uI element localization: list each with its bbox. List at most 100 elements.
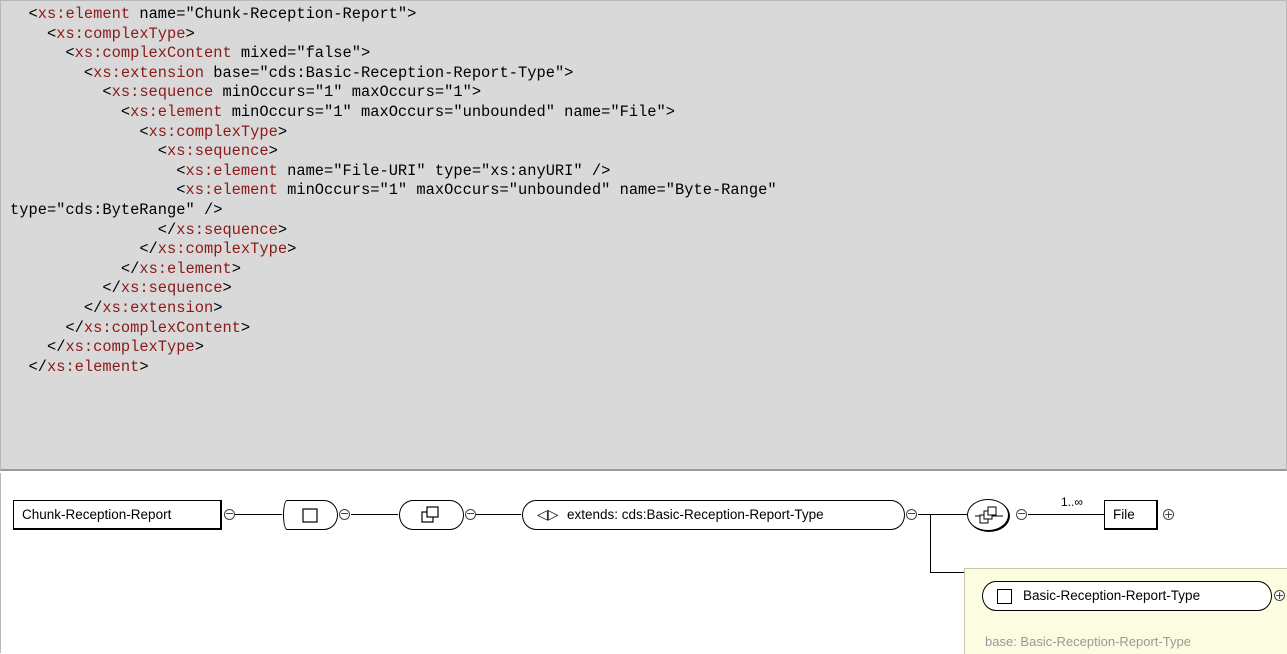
connector-line [930, 572, 964, 573]
code-tag-name: xs:complexType [148, 122, 278, 141]
code-text: < [139, 122, 149, 141]
code-line: </xs:complexContent> [10, 319, 777, 339]
code-text: < [46, 24, 57, 43]
code-text: base="cds:Basic-Reception-Report-Type"> [203, 63, 574, 82]
code-line: <xs:element name="File-URI" type="xs:any… [10, 162, 777, 182]
root-element-box[interactable]: Chunk-Reception-Report [13, 500, 222, 530]
code-text: < [102, 83, 112, 102]
code-text: > [194, 338, 204, 357]
code-line: <xs:element name="Chunk-Reception-Report… [10, 5, 777, 25]
code-tag-name: xs:element [46, 357, 140, 376]
base-caption: base: Basic-Reception-Report-Type [985, 634, 1191, 649]
code-text: </ [120, 259, 140, 278]
code-tag-name: xs:sequence [120, 279, 223, 298]
code-text: </ [46, 338, 66, 357]
code-line: <xs:extension base="cds:Basic-Reception-… [10, 64, 777, 84]
code-line: </xs:extension> [10, 299, 777, 319]
code-text: name="Chunk-Reception-Report"> [130, 5, 417, 23]
expand-icon[interactable]: + [1274, 590, 1285, 601]
code-line: <xs:complexType> [10, 123, 777, 143]
connector-line [930, 514, 931, 572]
code-tag-name: xs:complexType [56, 24, 186, 43]
code-line: <xs:element minOccurs="1" maxOccurs="unb… [10, 103, 777, 123]
code-text: < [157, 142, 168, 161]
code-text: < [83, 63, 94, 82]
complex-content-icon [421, 506, 439, 523]
extension-node[interactable]: ◁▷ extends: cds:Basic-Reception-Report-T… [522, 500, 905, 530]
sequence-node[interactable] [967, 499, 1009, 531]
code-line: </xs:complexType> [10, 240, 777, 260]
schema-diagram-pane: Chunk-Reception-Report − − − ◁▷ extends:… [0, 473, 1287, 654]
code-tag-name: xs:extension [93, 63, 204, 82]
connector-line [234, 514, 282, 515]
collapse-icon[interactable]: − [1016, 508, 1027, 520]
code-text: minOccurs="1" maxOccurs="unbounded" name… [277, 181, 777, 200]
complex-type-icon [302, 508, 318, 523]
xml-source-pane: <xs:element name="Chunk-Reception-Report… [0, 0, 1287, 471]
code-tag-name: xs:element [37, 5, 131, 23]
code-line: <xs:complexType> [10, 25, 777, 45]
code-text: </ [157, 220, 177, 239]
code-text: </ [83, 298, 103, 317]
code-text: > [268, 142, 278, 161]
code-line: </xs:sequence> [10, 279, 777, 299]
code-text: < [65, 44, 75, 63]
code-text: type="cds:ByteRange" /> [10, 200, 223, 219]
code-line: </xs:complexType> [10, 338, 777, 358]
file-element-label: File [1113, 507, 1135, 522]
base-type-square-icon [997, 589, 1012, 604]
code-line: </xs:element> [10, 358, 777, 378]
code-text: mixed="false"> [231, 44, 371, 63]
code-tag-name: xs:complexContent [83, 318, 241, 337]
code-text: </ [139, 240, 158, 259]
code-text: </ [28, 357, 47, 376]
code-line: </xs:sequence> [10, 221, 777, 241]
extension-arrows-icon: ◁▷ [537, 506, 559, 522]
collapse-icon[interactable]: − [465, 508, 476, 520]
code-tag-name: xs:element [185, 181, 278, 200]
code-tag-name: xs:element [130, 102, 223, 121]
code-text: > [277, 122, 288, 141]
connector-line [351, 514, 398, 515]
code-line: <xs:sequence> [10, 142, 777, 162]
complex-content-node[interactable] [399, 500, 464, 530]
code-line: </xs:element> [10, 260, 777, 280]
code-tag-name: xs:complexType [157, 240, 288, 259]
code-text: > [240, 318, 251, 337]
code-text: minOccurs="1" maxOccurs="unbounded" name… [222, 102, 676, 121]
collapse-icon[interactable]: − [224, 508, 235, 520]
base-type-label: Basic-Reception-Report-Type [1023, 588, 1201, 603]
code-line: <xs:complexContent mixed="false"> [10, 44, 777, 64]
code-tag-name: xs:element [139, 259, 232, 278]
collapse-icon[interactable]: − [339, 508, 350, 520]
file-element-box[interactable]: File [1104, 500, 1158, 530]
code-tag-name: xs:sequence [111, 83, 214, 102]
code-tag-name: xs:sequence [176, 220, 278, 239]
code-text: > [139, 357, 149, 376]
extension-label: extends: cds:Basic-Reception-Report-Type [567, 507, 824, 522]
code-tag-name: xs:sequence [167, 142, 269, 161]
code-tag-name: xs:element [185, 161, 278, 180]
code-text: </ [65, 318, 84, 337]
collapse-icon[interactable]: − [906, 508, 917, 520]
expand-icon[interactable]: + [1163, 509, 1174, 520]
code-line: type="cds:ByteRange" /> [10, 201, 777, 221]
code-text: > [231, 259, 241, 278]
code-text: > [185, 24, 195, 43]
code-text: > [222, 279, 232, 298]
xml-source-code: <xs:element name="Chunk-Reception-Report… [10, 5, 777, 377]
code-line: <xs:element minOccurs="1" maxOccurs="unb… [10, 181, 777, 201]
code-text: </ [102, 279, 121, 298]
code-tag-name: xs:complexContent [74, 44, 232, 63]
root-element-label: Chunk-Reception-Report [22, 507, 172, 522]
code-text: < [28, 5, 38, 23]
complex-type-node[interactable] [283, 500, 338, 530]
code-text: > [287, 240, 297, 259]
base-type-node[interactable]: Basic-Reception-Report-Type [982, 581, 1272, 611]
code-line: <xs:sequence minOccurs="1" maxOccurs="1"… [10, 83, 777, 103]
code-tag-name: xs:complexType [65, 338, 195, 357]
base-type-panel: Basic-Reception-Report-Type + base: Basi… [964, 568, 1287, 654]
code-tag-name: xs:extension [102, 298, 214, 317]
occurrence-label: 1..∞ [1061, 495, 1083, 509]
connector-line [1028, 514, 1104, 515]
